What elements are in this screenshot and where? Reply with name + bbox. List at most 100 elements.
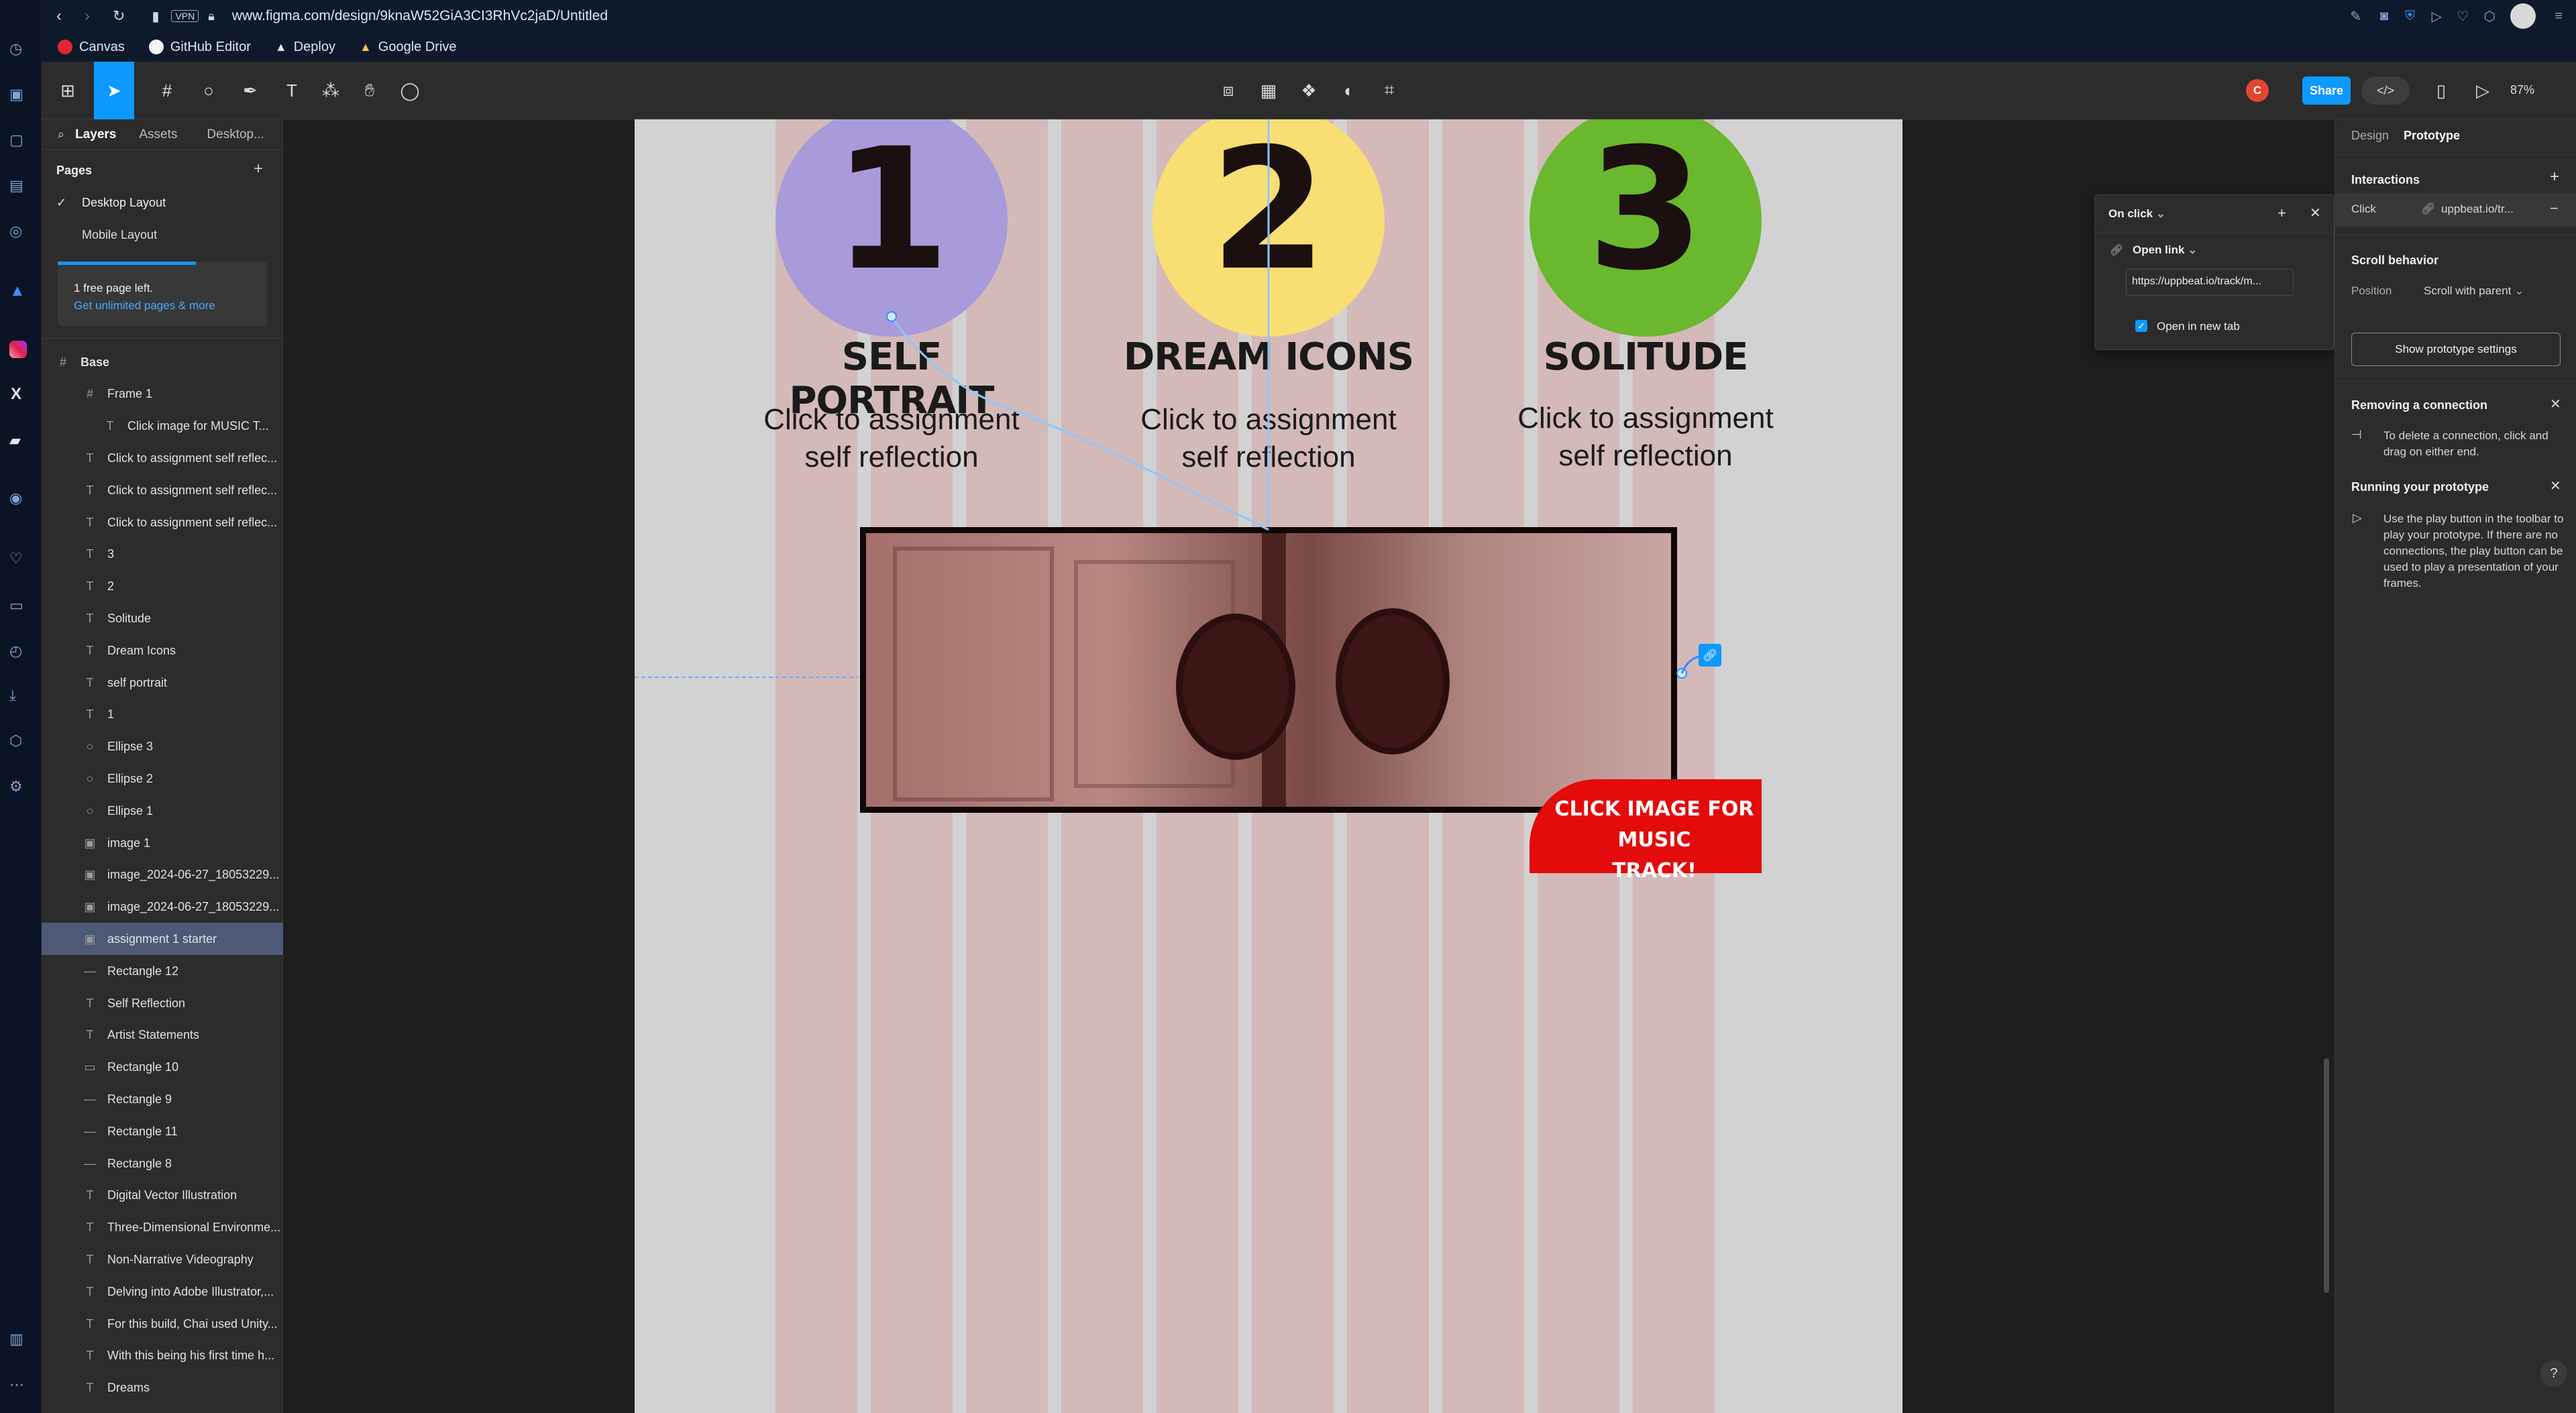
layer-item[interactable]: T Click to assignment self reflec...	[42, 474, 283, 506]
pen-tool-icon[interactable]: ✒	[236, 76, 264, 105]
instagram-icon[interactable]	[9, 341, 27, 358]
layer-item[interactable]: ▣ assignment 1 starter	[42, 923, 283, 956]
layer-item[interactable]: # Frame 1	[42, 378, 283, 410]
help-button[interactable]: ?	[2540, 1360, 2567, 1387]
chat-icon[interactable]: ▢	[9, 131, 23, 149]
contrast-icon[interactable]: ◐	[1335, 76, 1363, 105]
page-dropdown[interactable]: Desktop...	[207, 127, 264, 142]
back-icon[interactable]: ‹	[56, 7, 62, 25]
grid-icon[interactable]: ▦	[1254, 76, 1283, 105]
profile-avatar[interactable]	[2510, 3, 2536, 29]
tab-prototype[interactable]: Prototype	[2404, 129, 2460, 143]
resources-icon[interactable]: ⁂	[317, 76, 345, 105]
tab-assets[interactable]: Assets	[139, 127, 177, 142]
sidebar-toggle-icon[interactable]: ▥	[9, 1331, 23, 1348]
arc-icon[interactable]: ▲	[9, 282, 25, 300]
user-avatar[interactable]: C	[2246, 79, 2269, 102]
action-dropdown[interactable]: Open link ⌄	[2133, 243, 2197, 257]
edit-icon[interactable]: ✎	[2350, 8, 2361, 25]
layer-item[interactable]: T2	[42, 571, 283, 603]
shop-icon[interactable]: ▣	[9, 86, 23, 103]
bookmark-deploy[interactable]: ▲ Deploy	[275, 40, 335, 55]
design-canvas[interactable]: 1 2 3 SELF PORTRAIT DREAM ICONS SOLITUDE…	[283, 119, 2334, 1413]
url-input[interactable]: https://uppbeat.io/track/m...	[2126, 269, 2294, 296]
frame-tool-icon[interactable]: #	[153, 76, 181, 105]
layer-item[interactable]: T Dream Icons	[42, 634, 283, 667]
remove-interaction-icon[interactable]: −	[2550, 200, 2559, 217]
gamepad-icon[interactable]: ◎	[9, 223, 22, 240]
desktop-frame[interactable]: 1 2 3 SELF PORTRAIT DREAM ICONS SOLITUDE…	[635, 119, 1902, 1413]
layer-item[interactable]: ▣ image_2024-06-27_18053229...	[42, 859, 283, 891]
component-icon[interactable]: ❖	[1295, 76, 1323, 105]
layer-item[interactable]: T Solitude	[42, 602, 283, 634]
trigger-dropdown[interactable]: On click ⌄	[2108, 207, 2165, 221]
layer-item[interactable]: T For this build, Chai used Unity...	[42, 1308, 283, 1340]
canvas-scrollbar[interactable]	[2324, 1058, 2329, 1293]
page-desktop-layout[interactable]: Desktop Layout	[82, 196, 166, 210]
layer-item[interactable]: ○ Ellipse 2	[42, 762, 283, 795]
more-icon[interactable]: ⋯	[9, 1376, 24, 1394]
close-icon[interactable]: ✕	[2310, 205, 2321, 221]
layer-item[interactable]: T Click to assignment self reflec...	[42, 442, 283, 474]
new-tab-checkbox[interactable]: ✓	[2135, 320, 2147, 332]
layer-item[interactable]: T Three-Dimensional Environme...	[42, 1212, 283, 1244]
settings-icon[interactable]: ⚙	[9, 778, 23, 795]
layer-item[interactable]: T1	[42, 699, 283, 731]
cube-icon[interactable]: ⬡	[9, 732, 22, 750]
main-menu-icon[interactable]: ⊞	[54, 76, 82, 105]
tab-design[interactable]: Design	[2351, 129, 2389, 143]
x-icon[interactable]: X	[11, 385, 21, 404]
bookmark-github[interactable]: GitHub Editor	[148, 40, 251, 55]
layer-item[interactable]: # Base	[42, 346, 283, 378]
position-dropdown[interactable]: Scroll with parent ⌄	[2424, 284, 2524, 298]
layer-item[interactable]: T Click image for MUSIC T...	[42, 410, 283, 443]
interaction-row[interactable]: Click 🔗︎ uppbeat.io/tr... −	[2335, 193, 2576, 227]
layer-item[interactable]: T Click to assignment self reflec...	[42, 506, 283, 539]
hand-tool-icon[interactable]: ✋︎	[356, 76, 384, 105]
layer-item[interactable]: ○ Ellipse 1	[42, 795, 283, 827]
layer-item[interactable]: T With this being his first time h...	[42, 1340, 283, 1372]
frame-selection-icon[interactable]: ⧈	[1214, 76, 1242, 105]
tab-layers[interactable]: Layers	[75, 127, 116, 142]
extensions-icon[interactable]: ⬡	[2484, 8, 2496, 25]
share-button[interactable]: Share	[2302, 76, 2351, 105]
heart-icon[interactable]: ♡	[9, 550, 23, 567]
upgrade-link[interactable]: Get unlimited pages & more	[74, 299, 215, 313]
vpn-badge[interactable]: VPN	[171, 10, 199, 22]
layer-item[interactable]: T Dreams	[42, 1372, 283, 1404]
close-icon[interactable]: ✕	[2550, 477, 2561, 494]
add-page-icon[interactable]: +	[254, 160, 263, 178]
layer-item[interactable]: T Non-Narrative Videography	[42, 1243, 283, 1276]
favorite-icon[interactable]: ♡	[2457, 8, 2469, 25]
layer-item[interactable]: ▣ image_2024-06-27_18053229...	[42, 891, 283, 923]
ellipse-tool-icon[interactable]: ○	[195, 76, 223, 105]
text-tool-icon[interactable]: T	[278, 76, 306, 105]
move-tool-icon[interactable]: ➤	[94, 62, 134, 119]
radar-icon[interactable]: ◉	[9, 490, 22, 507]
layer-item[interactable]: — Rectangle 9	[42, 1083, 283, 1115]
link-icon[interactable]: 🔗︎	[1699, 644, 1721, 667]
history-icon[interactable]: ◷	[9, 40, 32, 63]
tab-icon[interactable]: ▮	[152, 8, 159, 25]
bookmark-drive[interactable]: ▲ Google Drive	[360, 40, 457, 55]
page-mobile-layout[interactable]: Mobile Layout	[82, 228, 157, 242]
bookmark-canvas[interactable]: Canvas	[58, 40, 125, 55]
calendar-icon[interactable]: ▤	[9, 177, 23, 194]
show-prototype-settings-button[interactable]: Show prototype settings	[2351, 333, 2561, 366]
layer-item[interactable]: ○ Ellipse 3	[42, 731, 283, 763]
twitch-icon[interactable]: ▰	[9, 432, 21, 449]
reload-icon[interactable]: ↻	[113, 7, 125, 25]
send-icon[interactable]: ▷	[2432, 8, 2442, 25]
search-icon[interactable]: ⌕	[58, 127, 64, 142]
layer-item[interactable]: ▣ image 1	[42, 827, 283, 859]
layer-item[interactable]: T Self Reflection	[42, 987, 283, 1019]
menu-icon[interactable]: ≡	[2555, 9, 2563, 24]
url-field[interactable]: www.figma.com/design/9knaW52GiA3CI3RhVc2…	[232, 8, 608, 24]
clock-icon[interactable]: ◴	[9, 642, 22, 660]
download-icon[interactable]: ⤓	[9, 687, 16, 704]
library-icon[interactable]: ▯	[2427, 76, 2455, 105]
layer-item[interactable]: T Digital Vector Illustration	[42, 1180, 283, 1212]
layer-item[interactable]: T Delving into Adobe Illustrator,...	[42, 1276, 283, 1308]
camera-icon[interactable]: ◙	[2380, 9, 2388, 24]
zoom-level[interactable]: 87%	[2510, 83, 2534, 97]
